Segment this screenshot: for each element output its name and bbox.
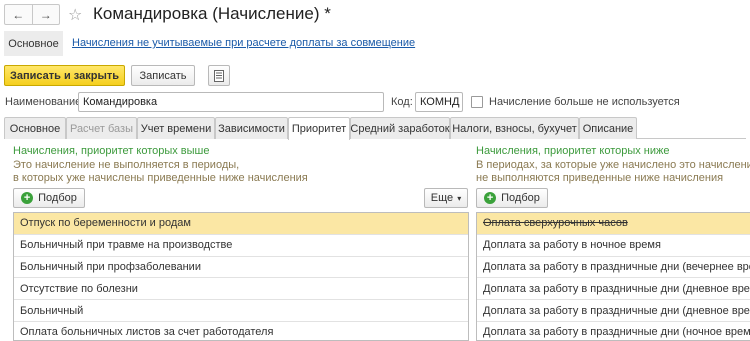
document-icon — [214, 69, 224, 82]
tab-base-calc[interactable]: Расчет базы — [66, 117, 137, 139]
save-and-close-button[interactable]: Записать и закрыть — [4, 65, 125, 86]
code-label: Код: — [391, 96, 413, 108]
more-label: Еще — [430, 192, 454, 204]
page-title: Командировка (Начисление) * — [93, 4, 331, 23]
unused-checkbox[interactable] — [471, 96, 483, 108]
list-item[interactable]: Больничный при травме на производстве — [14, 235, 468, 257]
tab-main[interactable]: Основное — [4, 117, 66, 139]
list-item[interactable]: Доплата за работу в праздничные дни (веч… — [477, 257, 750, 279]
list-item[interactable]: Больничный — [14, 300, 468, 322]
list-item[interactable]: Отсутствие по болезни — [14, 278, 468, 301]
left-panel-note-line2: в которых уже начислены приведенные ниже… — [13, 172, 308, 184]
right-panel-title: Начисления, приоритет которых ниже — [476, 145, 670, 157]
list-item[interactable]: Оплата сверхурочных часов — [477, 213, 750, 235]
tab-time-accounting[interactable]: Учет времени — [137, 117, 215, 139]
tab-description[interactable]: Описание — [579, 117, 637, 139]
list-item[interactable]: Доплата за работу в праздничные дни (дне… — [477, 300, 750, 322]
plus-icon: + — [484, 192, 497, 204]
right-panel-note-line2: не выполняются приведенные ниже начислен… — [476, 172, 724, 184]
chevron-down-icon: ▾ — [457, 193, 462, 203]
right-panel-note-line1: В периодах, за которые уже начислено это… — [476, 159, 750, 171]
left-panel-note-line1: Это начисление не выполняется в периоды, — [13, 159, 240, 171]
tab-taxes[interactable]: Налоги, взносы, бухучет — [450, 117, 579, 139]
list-item[interactable]: Оплата больничных листов за счет работод… — [14, 322, 468, 340]
section-main[interactable]: Основное — [4, 31, 63, 56]
tab-priority[interactable]: Приоритет — [288, 117, 350, 140]
left-list: Отпуск по беременности и родам Больничны… — [13, 212, 469, 341]
list-item[interactable]: Доплата за работу в ночное время — [477, 235, 750, 257]
name-input[interactable]: Командировка — [78, 92, 384, 112]
save-button[interactable]: Записать — [131, 65, 195, 86]
right-list: Оплата сверхурочных часов Доплата за раб… — [476, 212, 750, 341]
tab-average-earnings[interactable]: Средний заработок — [350, 117, 450, 139]
left-pick-label: Подбор — [38, 192, 77, 204]
list-item[interactable]: Доплата за работу в праздничные дни (дне… — [477, 278, 750, 301]
left-panel-title: Начисления, приоритет которых выше — [13, 145, 210, 157]
name-label: Наименование: — [5, 96, 85, 108]
code-input[interactable]: КОМНД — [415, 92, 463, 112]
right-pick-button[interactable]: + Подбор — [476, 188, 548, 208]
list-item[interactable]: Больничный при профзаболевании — [14, 257, 468, 279]
more-button[interactable]: Еще ▾ — [424, 188, 468, 208]
left-pick-button[interactable]: + Подбор — [13, 188, 85, 208]
unused-label: Начисление больше не используется — [489, 96, 680, 108]
forward-button[interactable]: → — [33, 5, 60, 24]
favorite-star-icon[interactable]: ☆ — [68, 5, 82, 25]
plus-icon: + — [21, 192, 34, 204]
list-item[interactable]: Отпуск по беременности и родам — [14, 213, 468, 235]
list-item[interactable]: Доплата за работу в праздничные дни (ноч… — [477, 322, 750, 340]
tab-dependencies[interactable]: Зависимости — [215, 117, 288, 139]
section-link-excluded-accruals[interactable]: Начисления не учитываемые при расчете до… — [72, 37, 415, 49]
nav-buttons: ← → — [4, 4, 60, 25]
back-button[interactable]: ← — [5, 5, 33, 24]
document-button[interactable] — [208, 65, 230, 86]
right-pick-label: Подбор — [501, 192, 540, 204]
